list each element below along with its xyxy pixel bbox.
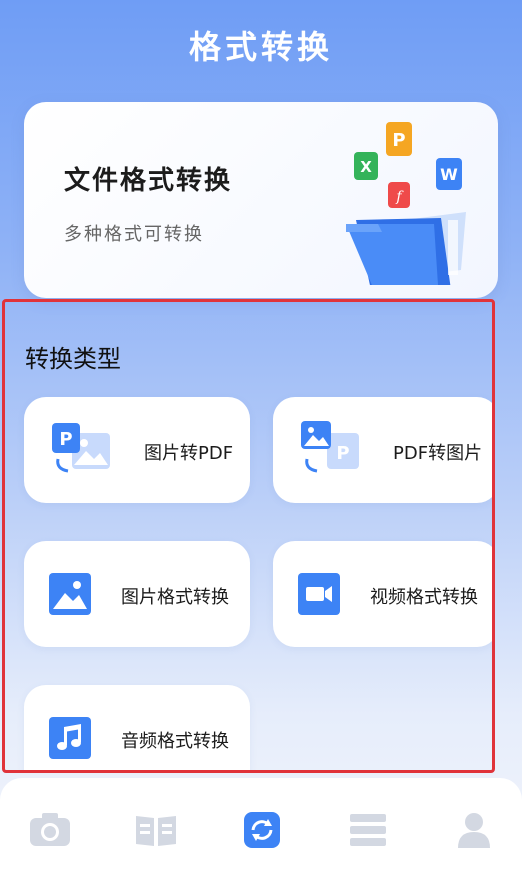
card-label: 图片转PDF (144, 443, 234, 464)
image-icon (49, 573, 91, 615)
image-to-pdf-card[interactable]: P 图片转PDF (24, 397, 250, 503)
card-label: 图片格式转换 (121, 587, 229, 608)
banner-subtitle: 多种格式可转换 (64, 224, 204, 245)
bottom-tab-bar (0, 778, 522, 894)
svg-text:P: P (392, 130, 405, 151)
list-icon[interactable] (346, 810, 390, 850)
card-label: 视频格式转换 (370, 587, 478, 608)
svg-text:P: P (59, 429, 72, 450)
book-icon[interactable] (134, 810, 178, 850)
convert-icon[interactable] (240, 810, 284, 850)
video-format-card[interactable]: 视频格式转换 (273, 541, 492, 647)
pdf-to-image-card[interactable]: P PDF转图片 (273, 397, 492, 503)
card-label: PDF转图片 (393, 443, 483, 464)
file-conversion-banner[interactable]: 文件格式转换 多种格式可转换 P X W f (24, 102, 498, 298)
svg-text:W: W (440, 165, 458, 184)
folder-documents-icon: P X W f (346, 122, 466, 285)
audio-format-card[interactable]: 音频格式转换 (24, 685, 250, 770)
image-to-pdf-icon: P (52, 423, 110, 473)
music-note-icon (49, 717, 91, 759)
video-camera-icon (298, 573, 340, 615)
svg-text:P: P (336, 443, 349, 464)
banner-title: 文件格式转换 (64, 166, 233, 196)
card-label: 音频格式转换 (121, 731, 229, 752)
camera-icon[interactable] (28, 810, 72, 850)
section-title: 转换类型 (25, 345, 121, 373)
person-icon[interactable] (452, 810, 496, 850)
conversion-types-section: 转换类型 P 图片转PDF P PDF转图片 图片格式转换 视频格式转换 音频格… (2, 299, 495, 773)
page-title: 格式转换 (188, 28, 333, 66)
pdf-to-image-icon: P (301, 421, 359, 473)
svg-text:X: X (360, 158, 372, 176)
image-format-card[interactable]: 图片格式转换 (24, 541, 250, 647)
